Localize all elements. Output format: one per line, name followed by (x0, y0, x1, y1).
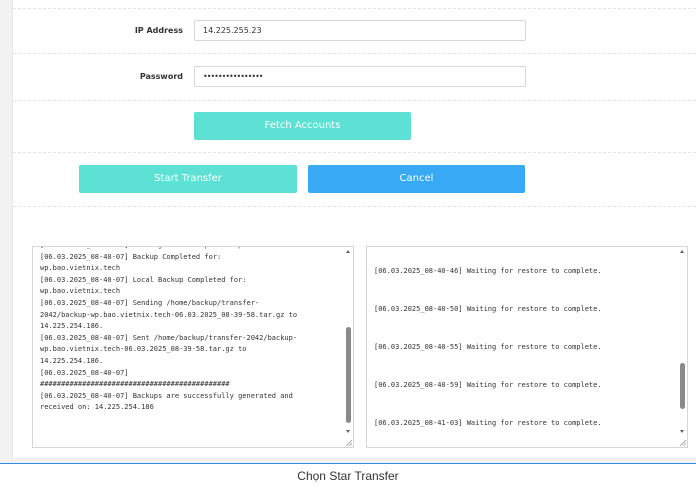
backup-log-scrollbar[interactable] (344, 247, 353, 447)
backup-log-text: [06.03.2025_08-40-07] Waiting for backup… (40, 247, 298, 412)
restore-log-textarea[interactable]: [06.03.2025_08-40-46] Waiting for restor… (366, 246, 688, 448)
divider (13, 152, 696, 153)
password-input[interactable]: •••••••••••••••• (194, 66, 526, 87)
scrollbar-thumb[interactable] (680, 363, 685, 409)
caption-text: Chọn Star Transfer (297, 469, 399, 483)
restore-log-line: [06.03.2025_08-40-55] Waiting for restor… (374, 343, 602, 351)
divider (13, 100, 696, 101)
divider (13, 53, 696, 54)
scroll-down-icon[interactable] (680, 430, 684, 433)
restore-log-line: [06.03.2025_08-40-46] Waiting for restor… (374, 267, 602, 275)
caption-bar: Chọn Star Transfer (0, 463, 696, 488)
cancel-button[interactable]: Cancel (308, 165, 525, 193)
ip-address-label: IP Address (134, 26, 183, 35)
scroll-up-icon[interactable] (680, 250, 684, 253)
restore-log-scrollbar[interactable] (678, 247, 687, 447)
transfer-panel: IP Address 14.225.255.23 Password ••••••… (12, 0, 696, 458)
fetch-accounts-button[interactable]: Fetch Accounts (194, 112, 411, 140)
resize-grip-icon[interactable] (679, 439, 686, 446)
divider (13, 206, 696, 207)
password-label: Password (139, 72, 183, 81)
backup-log-textarea[interactable]: [06.03.2025_08-40-07] Waiting for backup… (32, 246, 354, 448)
resize-grip-icon[interactable] (345, 439, 352, 446)
ip-address-input[interactable]: 14.225.255.23 (194, 20, 526, 41)
restore-log-line: [06.03.2025_08-40-59] Waiting for restor… (374, 381, 602, 389)
scrollbar-thumb[interactable] (346, 327, 351, 423)
scroll-down-icon[interactable] (346, 430, 350, 433)
start-transfer-button[interactable]: Start Transfer (79, 165, 297, 193)
divider (13, 8, 696, 9)
scroll-up-icon[interactable] (346, 250, 350, 253)
restore-log-line: [06.03.2025_08-40-50] Waiting for restor… (374, 305, 602, 313)
restore-log-line: [06.03.2025_08-41-03] Waiting for restor… (374, 419, 602, 427)
